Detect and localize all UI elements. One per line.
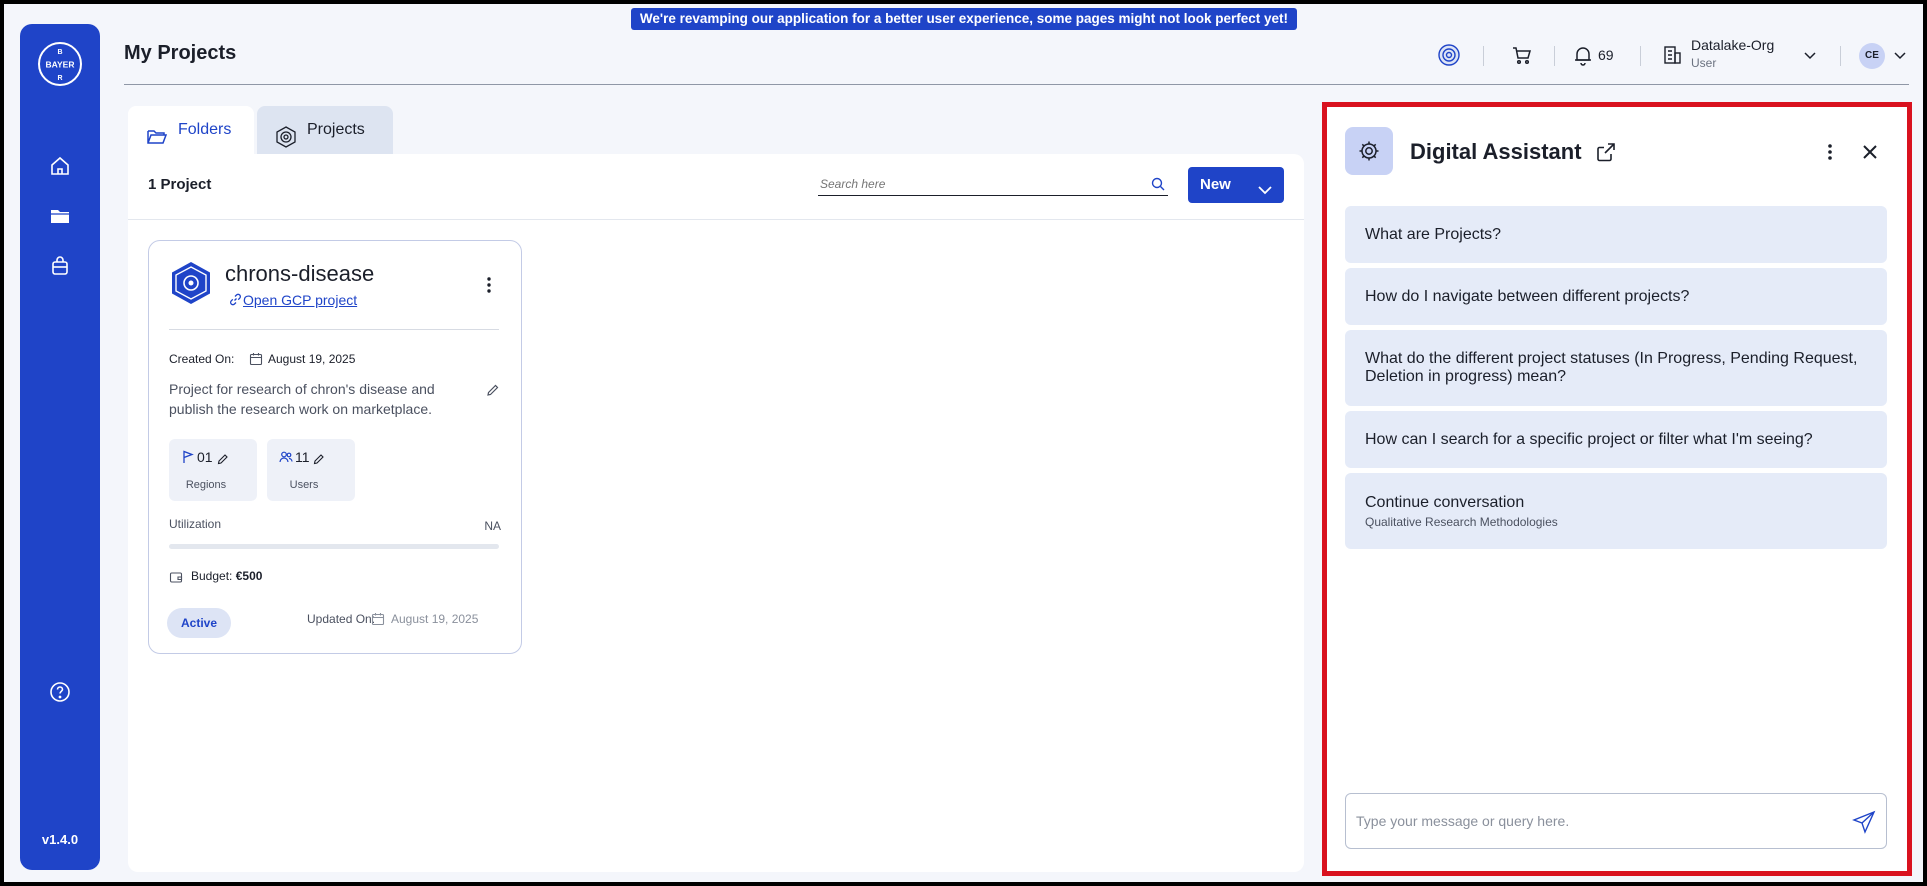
suggestion-project-statuses[interactable]: What do the different project statuses (… [1345, 330, 1887, 406]
bayer-logo[interactable]: BAYER B R [38, 42, 82, 86]
revamp-banner: We're revamping our application for a be… [631, 8, 1297, 30]
conversation-topic: Qualitative Research Methodologies [1365, 514, 1558, 529]
edit-icon[interactable] [313, 452, 325, 465]
regions-value: 01 [197, 449, 213, 465]
open-gcp-link[interactable]: Open GCP project [229, 292, 357, 308]
updated-label: Updated On: [307, 612, 376, 626]
updated-date: August 19, 2025 [391, 612, 479, 626]
flag-icon [181, 450, 195, 464]
home-icon[interactable] [48, 154, 72, 178]
app-window: We're revamping our application for a be… [4, 4, 1923, 882]
more-options-icon[interactable] [1820, 142, 1840, 162]
org-name[interactable]: Datalake-Org [1691, 37, 1774, 53]
budget-label: Budget: [191, 569, 233, 583]
suggestion-text: How can I search for a specific project … [1365, 430, 1813, 448]
assistant-title: Digital Assistant [1410, 139, 1582, 164]
gear-icon [1359, 141, 1379, 161]
close-icon[interactable] [1860, 142, 1880, 162]
project-description: Project for research of chron's disease … [169, 381, 435, 417]
chat-input-box [1345, 793, 1887, 849]
projects-panel: 1 Project New chrons-disease Ope [128, 154, 1304, 872]
calendar-icon [371, 612, 385, 626]
link-icon [229, 293, 242, 306]
header-separator [1554, 46, 1555, 66]
tab-folders-label: Folders [178, 121, 232, 138]
digital-assistant-panel: Digital Assistant What are Projects? How… [1322, 102, 1912, 876]
search-box [818, 174, 1168, 196]
budget-value: €500 [235, 569, 263, 583]
created-label: Created On: [169, 352, 235, 366]
search-input[interactable] [818, 174, 1138, 194]
chevron-down-icon [1256, 177, 1274, 195]
header-separator [1840, 46, 1841, 66]
project-name[interactable]: chrons-disease [225, 261, 374, 287]
project-card[interactable]: chrons-disease Open GCP project Created … [148, 240, 522, 654]
external-link-icon[interactable] [1595, 141, 1617, 163]
avatar[interactable]: CE [1859, 43, 1885, 69]
card-divider [169, 329, 499, 330]
utilization-bar [169, 544, 499, 549]
org-role: User [1691, 56, 1717, 70]
suggestion-text: How do I navigate between different proj… [1365, 287, 1690, 305]
suggestion-text: What are Projects? [1365, 225, 1502, 243]
assistant-toggle-icon[interactable] [1437, 43, 1461, 67]
chevron-down-icon[interactable] [1888, 43, 1912, 67]
tab-folders[interactable]: Folders [128, 106, 254, 154]
suggestion-text: What do the different project statuses (… [1365, 350, 1858, 385]
calendar-icon [249, 352, 263, 366]
header-separator [1483, 46, 1484, 66]
svg-text:B: B [57, 49, 62, 56]
search-icon[interactable] [1150, 176, 1166, 192]
cart-icon[interactable] [1510, 43, 1534, 67]
help-icon[interactable] [48, 680, 72, 704]
suggestion-navigate-projects[interactable]: How do I navigate between different proj… [1345, 268, 1887, 325]
folder-open-icon [146, 120, 168, 144]
users-stat: 11 Users [267, 439, 355, 501]
suggestion-what-are-projects[interactable]: What are Projects? [1345, 206, 1887, 263]
app-version: v1.4.0 [41, 832, 79, 847]
new-button[interactable]: New [1188, 167, 1284, 203]
shopping-bag-icon[interactable] [48, 254, 72, 278]
projects-icon [275, 120, 297, 148]
sidebar: BAYER B R v1.4.0 [20, 24, 100, 870]
regions-label: Regions [185, 479, 227, 491]
send-icon[interactable] [1852, 810, 1876, 834]
more-options-icon[interactable] [479, 275, 499, 295]
users-value: 11 [295, 449, 310, 465]
suggestion-search-filter[interactable]: How can I search for a specific project … [1345, 411, 1887, 468]
utilization-label: Utilization [169, 517, 222, 531]
organization-icon [1660, 43, 1684, 67]
users-label: Users [289, 479, 319, 491]
project-count: 1 Project [148, 176, 212, 193]
tab-projects-label: Projects [307, 121, 365, 138]
status-badge: Active [167, 608, 231, 638]
header-separator [1640, 46, 1641, 66]
chevron-down-icon[interactable] [1798, 43, 1822, 67]
suggestion-text: Continue conversation [1365, 493, 1525, 511]
logo-text: BAYER [46, 60, 75, 70]
bell-icon[interactable] [1571, 43, 1595, 67]
users-icon [279, 450, 293, 464]
header-divider [124, 84, 1909, 85]
budget: Budget: €500 [191, 569, 262, 583]
svg-text:R: R [57, 75, 62, 82]
wallet-icon [169, 570, 183, 584]
assistant-avatar [1345, 127, 1393, 175]
folder-icon[interactable] [48, 204, 72, 228]
panel-divider [128, 219, 1304, 220]
tab-projects[interactable]: Projects [257, 106, 393, 154]
created-date: August 19, 2025 [268, 352, 356, 366]
utilization-value: NA [484, 519, 501, 533]
edit-icon[interactable] [217, 452, 229, 465]
open-gcp-link-label: Open GCP project [243, 292, 358, 308]
chat-message-input[interactable] [1356, 810, 1836, 832]
project-hexagon-icon [169, 261, 213, 305]
continue-conversation-button[interactable]: Continue conversation Qualitative Resear… [1345, 473, 1887, 549]
new-button-label: New [1200, 176, 1231, 193]
notification-count[interactable]: 69 [1598, 47, 1614, 63]
page-title: My Projects [124, 42, 237, 64]
regions-stat: 01 Regions [169, 439, 257, 501]
edit-icon[interactable] [486, 383, 500, 397]
